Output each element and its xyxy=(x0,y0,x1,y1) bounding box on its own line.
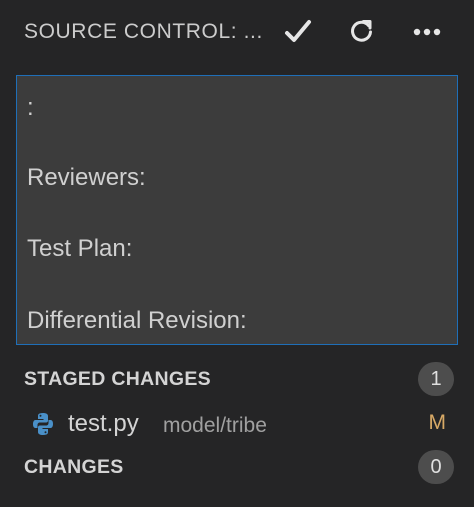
more-actions-button[interactable] xyxy=(409,14,445,50)
staged-changes-count-badge: 1 xyxy=(418,362,454,396)
refresh-icon xyxy=(351,20,372,42)
panel-title: SOURCE CONTROL: ... xyxy=(24,20,263,43)
source-control-header: SOURCE CONTROL: ... xyxy=(0,0,474,64)
python-file-icon xyxy=(33,413,53,435)
file-directory: model/tribe xyxy=(163,414,267,437)
staged-changes-section-header[interactable]: STAGED CHANGES 1 xyxy=(0,359,474,399)
more-actions-icon xyxy=(413,28,441,36)
refresh-button[interactable] xyxy=(344,14,380,50)
file-status-modified: M xyxy=(428,411,447,434)
commit-message-line-test-plan: Test Plan: xyxy=(27,235,133,262)
staged-changes-title: STAGED CHANGES xyxy=(24,368,211,390)
commit-message-input[interactable]: : Reviewers: Test Plan: Differential Rev… xyxy=(16,75,458,345)
commit-message-line-differential-revision: Differential Revision: xyxy=(27,307,247,334)
staged-file-item[interactable]: test.py model/tribe M xyxy=(0,402,474,446)
changes-title: CHANGES xyxy=(24,456,124,478)
commit-button[interactable] xyxy=(280,14,316,50)
changes-count-badge: 0 xyxy=(418,450,454,484)
commit-message-line-reviewers: Reviewers: xyxy=(27,164,146,191)
commit-message-line-summary: : xyxy=(27,94,34,121)
checkmark-icon xyxy=(285,20,311,42)
changes-section-header[interactable]: CHANGES 0 xyxy=(0,447,474,487)
file-name: test.py xyxy=(68,410,139,437)
